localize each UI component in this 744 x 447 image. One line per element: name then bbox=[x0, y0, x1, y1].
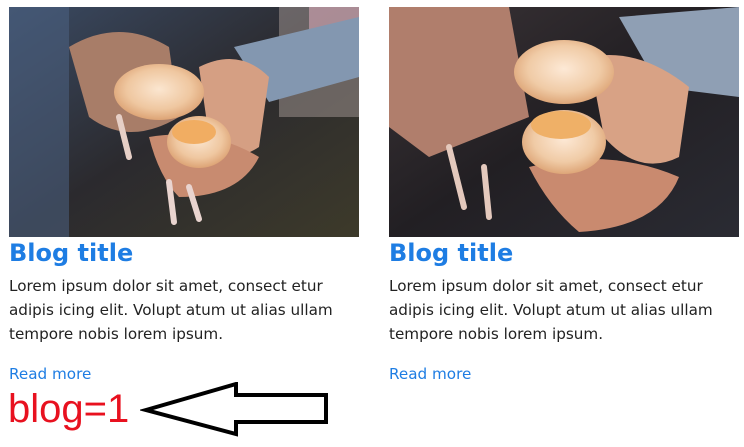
annotation-label: blog=1 bbox=[8, 387, 130, 431]
kittens-photo-icon bbox=[9, 7, 359, 237]
blog-excerpt: Lorem ipsum dolor sit amet, consect etur… bbox=[9, 277, 333, 343]
blog-image[interactable] bbox=[9, 7, 359, 237]
blog-card-1: Blog title Lorem ipsum dolor sit amet, c… bbox=[9, 7, 359, 383]
blog-excerpt: Lorem ipsum dolor sit amet, consect etur… bbox=[389, 277, 713, 343]
kittens-photo-icon bbox=[389, 7, 739, 237]
left-arrow-outline-icon bbox=[140, 382, 328, 437]
read-more-link[interactable]: Read more bbox=[389, 364, 471, 384]
blog-card-2: Blog title Lorem ipsum dolor sit amet, c… bbox=[389, 7, 739, 383]
blog-title-link[interactable]: Blog title bbox=[9, 238, 359, 268]
read-more-link[interactable]: Read more bbox=[9, 364, 91, 384]
blog-title-link[interactable]: Blog title bbox=[389, 238, 739, 268]
blog-image[interactable] bbox=[389, 7, 739, 237]
